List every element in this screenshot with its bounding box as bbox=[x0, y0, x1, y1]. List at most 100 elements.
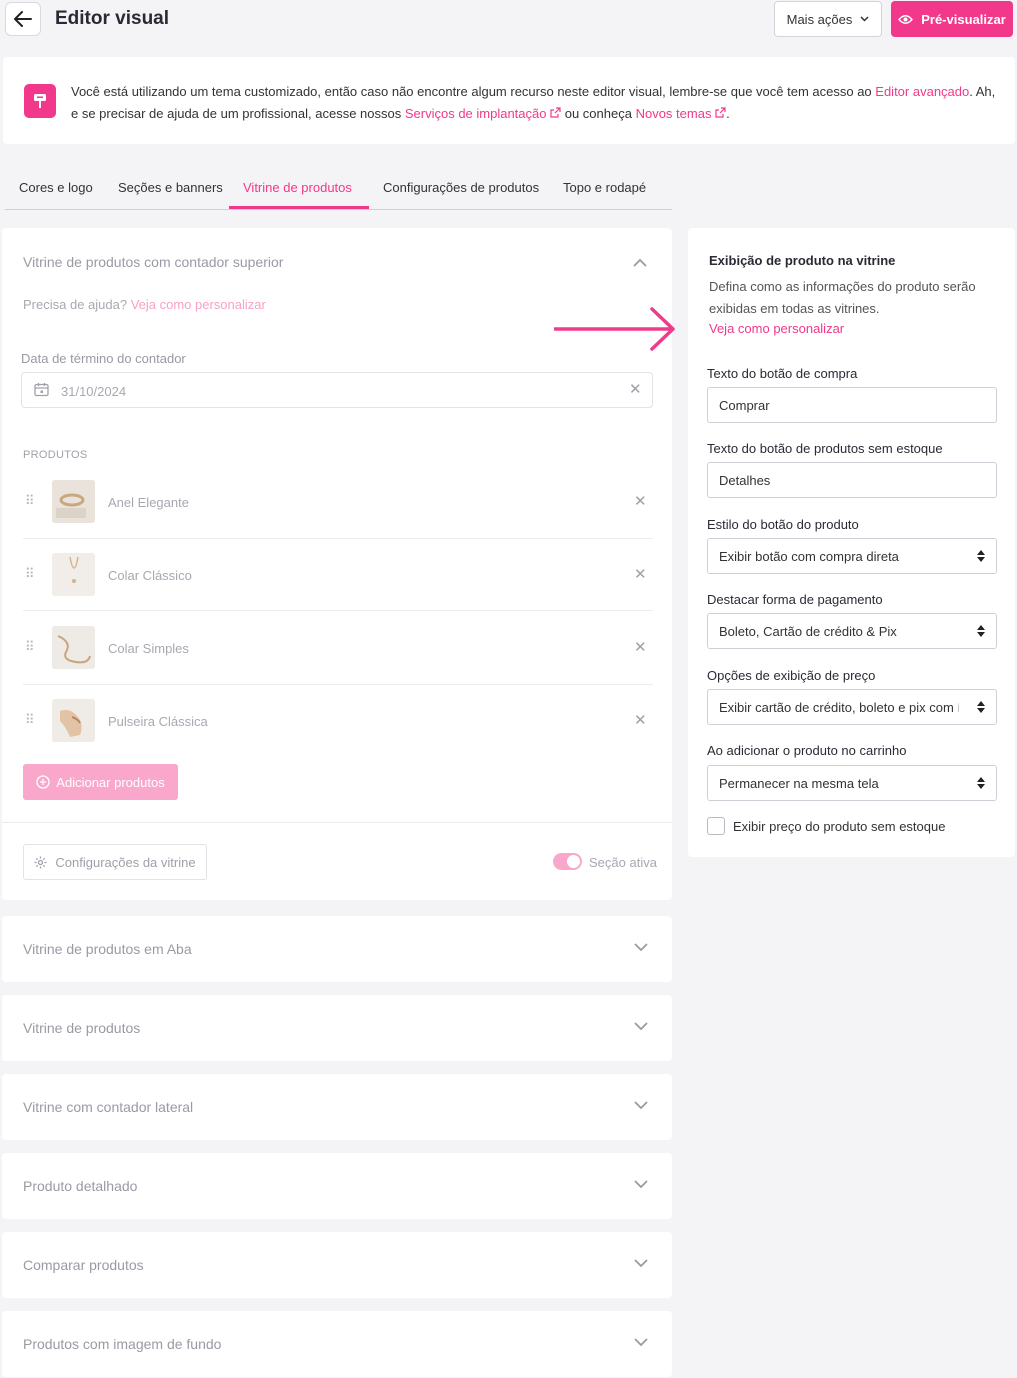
collapsed-section-title: Produtos com imagem de fundo bbox=[23, 1336, 222, 1352]
tab-header-footer[interactable]: Topo e rodapé bbox=[563, 180, 646, 195]
new-themes-label: Novos temas bbox=[635, 106, 712, 121]
payment-highlight-value: Boleto, Cartão de crédito & Pix bbox=[719, 623, 897, 639]
date-label: Data de término do contador bbox=[21, 351, 186, 366]
chevron-up-icon[interactable] bbox=[633, 255, 647, 270]
price-options-select[interactable]: Exibir cartão de crédito, boleto e pix c… bbox=[707, 689, 997, 725]
sort-arrows-icon bbox=[977, 625, 985, 637]
external-link-icon bbox=[715, 107, 726, 118]
add-products-button[interactable]: Adicionar produtos bbox=[23, 764, 178, 800]
tab-product-settings[interactable]: Configurações de produtos bbox=[383, 180, 539, 195]
section-divider bbox=[2, 822, 672, 823]
advanced-editor-link[interactable]: Editor avançado bbox=[875, 84, 969, 99]
products-label: PRODUTOS bbox=[23, 449, 88, 461]
row-divider bbox=[23, 684, 653, 685]
drag-handle-icon[interactable]: ⠿ bbox=[25, 566, 34, 582]
external-link-icon bbox=[550, 107, 561, 118]
collapsed-section[interactable]: Produtos com imagem de fundo bbox=[2, 1311, 672, 1377]
gear-icon bbox=[34, 856, 47, 868]
add-to-cart-value: Permanecer na mesma tela bbox=[719, 775, 879, 791]
eye-icon bbox=[898, 14, 914, 24]
show-price-label[interactable]: Exibir preço do produto sem estoque bbox=[733, 819, 945, 834]
button-style-value: Exibir botão com compra direta bbox=[719, 548, 899, 564]
chevron-down-icon[interactable] bbox=[634, 1335, 648, 1350]
arrow-left-icon bbox=[14, 11, 32, 27]
sort-arrows-icon bbox=[977, 701, 985, 713]
sort-arrows-icon bbox=[977, 777, 985, 789]
tab-product-showcase[interactable]: Vitrine de produtos bbox=[243, 180, 352, 195]
remove-product-icon[interactable]: ✕ bbox=[634, 640, 647, 655]
add-to-cart-select[interactable]: Permanecer na mesma tela bbox=[707, 765, 997, 801]
chevron-down-icon[interactable] bbox=[634, 1019, 648, 1034]
help-link[interactable]: Veja como personalizar bbox=[131, 297, 266, 312]
tab-sections-banners[interactable]: Seções e banners bbox=[118, 180, 223, 195]
price-options-label: Opções de exibição de preço bbox=[707, 668, 876, 683]
calendar-icon[interactable] bbox=[34, 382, 49, 400]
plus-circle-icon bbox=[36, 775, 50, 789]
remove-product-icon[interactable]: ✕ bbox=[634, 713, 647, 728]
button-style-select[interactable]: Exibir botão com compra direta bbox=[707, 538, 997, 574]
out-of-stock-text-label: Texto do botão de produtos sem estoque bbox=[707, 441, 943, 456]
product-name: Colar Simples bbox=[108, 641, 189, 656]
show-price-checkbox[interactable] bbox=[707, 817, 725, 835]
product-thumbnail bbox=[52, 480, 95, 523]
collapsed-section-title: Produto detalhado bbox=[23, 1178, 138, 1194]
help-row: Precisa de ajuda? Veja como personalizar bbox=[23, 297, 266, 312]
more-actions-label: Mais ações bbox=[786, 11, 853, 27]
collapsed-section[interactable]: Vitrine com contador lateral bbox=[2, 1074, 672, 1140]
collapsed-section[interactable]: Vitrine de produtos em Aba bbox=[2, 916, 672, 982]
help-text: Precisa de ajuda? bbox=[23, 297, 128, 312]
button-style-label: Estilo do botão do produto bbox=[707, 517, 859, 532]
tab-colors-logo[interactable]: Cores e logo bbox=[19, 180, 93, 195]
collapsed-section[interactable]: Produto detalhado bbox=[2, 1153, 672, 1219]
remove-product-icon[interactable]: ✕ bbox=[634, 567, 647, 582]
product-thumbnail bbox=[52, 626, 95, 669]
section-active-toggle[interactable] bbox=[553, 853, 582, 870]
collapsed-section-title: Vitrine com contador lateral bbox=[23, 1099, 194, 1115]
collapsed-section[interactable]: Vitrine de produtos bbox=[2, 995, 672, 1061]
sort-arrows-icon bbox=[977, 550, 985, 562]
chevron-down-icon[interactable] bbox=[634, 1256, 648, 1271]
active-tab-indicator bbox=[229, 206, 369, 209]
buy-button-text-input[interactable]: Comprar bbox=[707, 387, 997, 423]
product-thumbnail bbox=[52, 553, 95, 596]
counter-end-date-input[interactable]: 31/10/2024 ✕ bbox=[21, 372, 653, 408]
chevron-down-icon bbox=[860, 16, 869, 22]
panel-title: Exibição de produto na vitrine bbox=[709, 253, 896, 268]
add-to-cart-label: Ao adicionar o produto no carrinho bbox=[707, 743, 907, 758]
payment-highlight-select[interactable]: Boleto, Cartão de crédito & Pix bbox=[707, 613, 997, 649]
more-actions-button[interactable]: Mais ações bbox=[774, 1, 882, 37]
product-row: ⠿ Anel Elegante ✕ bbox=[23, 480, 653, 524]
drag-handle-icon[interactable]: ⠿ bbox=[25, 639, 34, 655]
implementation-services-label: Serviços de implantação bbox=[404, 106, 547, 121]
panel-help-link[interactable]: Veja como personalizar bbox=[709, 321, 844, 336]
chevron-down-icon[interactable] bbox=[634, 940, 648, 955]
product-name: Pulseira Clássica bbox=[108, 714, 208, 729]
collapsed-section[interactable]: Comparar produtos bbox=[2, 1232, 672, 1298]
tab-bar: Cores e logo Seções e banners Vitrine de… bbox=[5, 168, 672, 210]
drag-handle-icon[interactable]: ⠿ bbox=[25, 712, 34, 728]
product-thumbnail bbox=[52, 699, 95, 742]
chevron-down-icon[interactable] bbox=[634, 1098, 648, 1113]
notice-text: Você está utilizando um tema customizado… bbox=[71, 81, 1001, 125]
product-row: ⠿ Pulseira Clássica ✕ bbox=[23, 699, 653, 743]
remove-product-icon[interactable]: ✕ bbox=[634, 494, 647, 509]
drag-handle-icon[interactable]: ⠿ bbox=[25, 493, 34, 509]
date-value: 31/10/2024 bbox=[61, 384, 127, 399]
collapsed-section-title: Vitrine de produtos bbox=[23, 1020, 141, 1036]
preview-button[interactable]: Pré-visualizar bbox=[891, 1, 1013, 37]
add-products-label: Adicionar produtos bbox=[56, 774, 165, 790]
section-title[interactable]: Vitrine de produtos com contador superio… bbox=[23, 254, 283, 270]
implementation-services-link[interactable]: Serviços de implantação bbox=[405, 106, 561, 121]
showcase-settings-button[interactable]: Configurações da vitrine bbox=[23, 844, 207, 880]
clear-date-icon[interactable]: ✕ bbox=[629, 382, 642, 397]
new-themes-link[interactable]: Novos temas bbox=[636, 106, 727, 121]
out-of-stock-text-input[interactable]: Detalhes bbox=[707, 462, 997, 498]
product-name: Colar Clássico bbox=[108, 568, 192, 583]
product-row: ⠿ Colar Clássico ✕ bbox=[23, 553, 653, 597]
collapsed-section-title: Comparar produtos bbox=[23, 1257, 144, 1273]
notice-text-part: . bbox=[726, 106, 730, 121]
back-button[interactable] bbox=[5, 2, 41, 36]
paint-roller-icon bbox=[24, 84, 56, 118]
chevron-down-icon[interactable] bbox=[634, 1177, 648, 1192]
product-name: Anel Elegante bbox=[108, 495, 189, 510]
